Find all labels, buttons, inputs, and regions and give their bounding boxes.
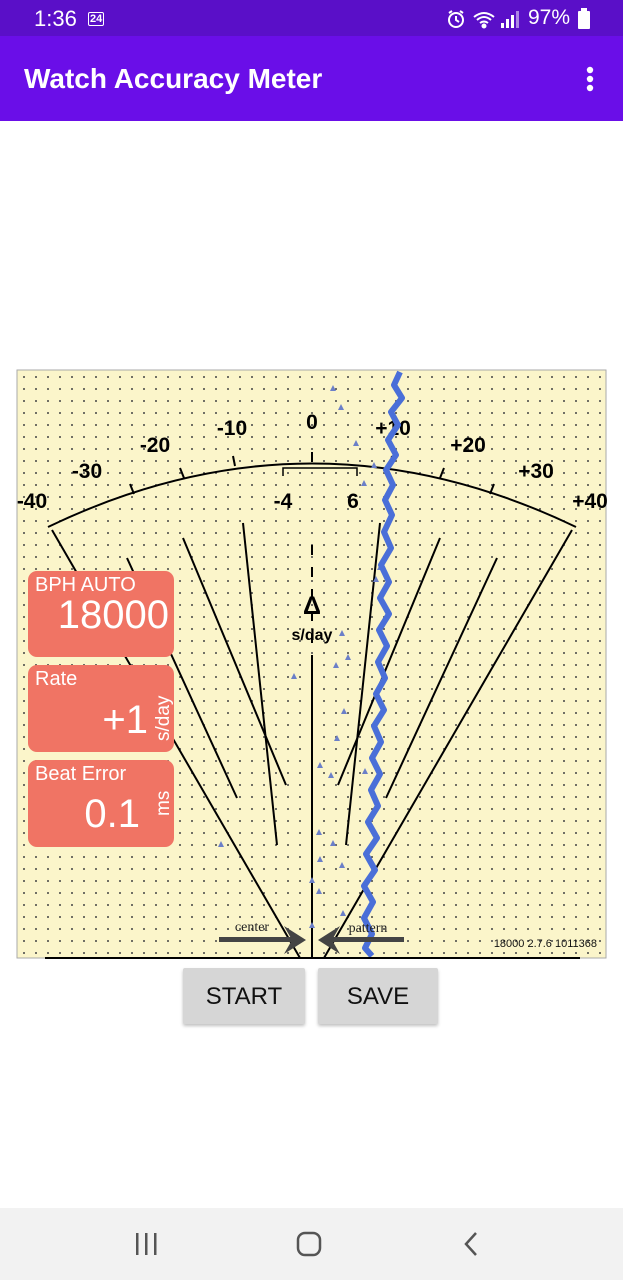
start-button[interactable]: START [183,968,305,1024]
rate-readout: Rate +1 s/day [28,665,174,752]
bph-value: 18000 [57,593,169,637]
version-text: 18000 2.7.6 1011368 [494,938,597,950]
rate-label: Rate [35,668,78,690]
zoom-label: 6 [347,490,359,513]
rate-value: +1 [102,698,148,742]
center-label: center [235,920,270,935]
scale-label: -10 [217,417,247,440]
beat-error-label: Beat Error [35,763,127,785]
scale-label: 0 [306,411,318,434]
beat-error-value: 0.1 [84,792,140,836]
scale-label: -40 [17,490,47,513]
scale-label: -30 [72,460,102,483]
home-icon[interactable] [295,1230,323,1258]
rate-unit: s/day [153,695,174,741]
recent-apps-icon[interactable] [132,1231,162,1257]
scale-label: +20 [450,434,486,457]
bph-readout: BPH AUTO 18000 [28,571,174,657]
scale-label: +40 [572,490,608,513]
nav-bar [0,1208,623,1280]
scale-label: -20 [140,434,170,457]
delta-symbol: Δ [303,592,321,620]
zoom-label: -4 [274,490,293,513]
pattern-label: pattern [349,921,388,936]
back-icon[interactable] [458,1230,486,1258]
beat-error-readout: Beat Error 0.1 ms [28,760,174,847]
save-button[interactable]: SAVE [318,968,438,1024]
delta-unit: s/day [292,627,333,644]
scale-label: +30 [518,460,554,483]
beat-error-unit: ms [153,790,174,816]
